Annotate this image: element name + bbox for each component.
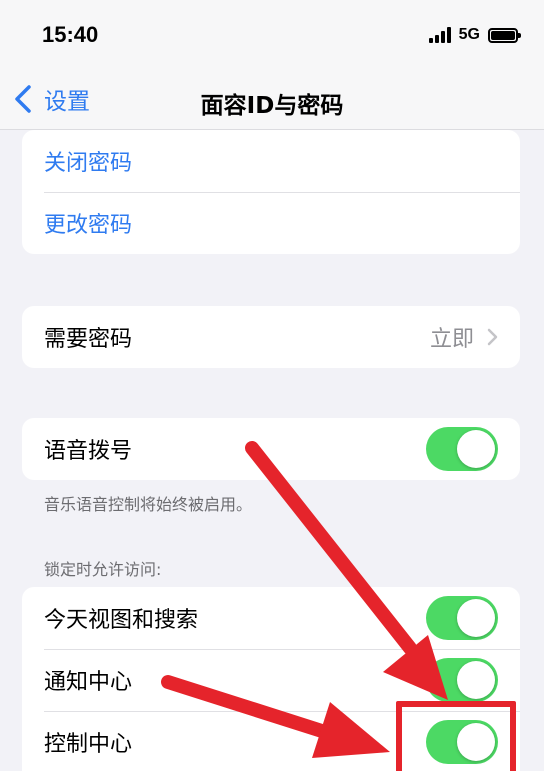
require-passcode-value: 立即 <box>429 327 474 352</box>
lock-access-header: 锁定时允许访问: <box>44 560 162 579</box>
status-time: 15:40 <box>42 22 99 47</box>
control-center-label: 控制中心 <box>44 732 133 757</box>
passcode-actions-group: 关闭密码 更改密码 <box>22 130 520 254</box>
navigation-bar: 设置 面容ID与密码 <box>0 72 544 130</box>
chevron-right-icon <box>487 328 498 346</box>
status-indicators: 5G <box>428 26 521 44</box>
cellular-signal-icon <box>428 27 451 43</box>
today-view-search-row: 今天视图和搜索 <box>22 587 520 649</box>
require-passcode-row[interactable]: 需要密码 立即 <box>22 306 520 368</box>
require-passcode-value-area: 立即 <box>430 321 498 353</box>
today-view-search-label: 今天视图和搜索 <box>44 608 199 633</box>
battery-icon <box>488 27 521 43</box>
voice-dial-row: 语音拨号 <box>22 418 520 480</box>
voice-dial-toggle[interactable] <box>426 427 498 471</box>
notification-center-label: 通知中心 <box>44 670 133 695</box>
notification-center-row: 通知中心 <box>22 649 520 711</box>
change-passcode-row[interactable]: 更改密码 <box>22 192 520 254</box>
page-title: 面容ID与密码 <box>200 93 344 119</box>
require-passcode-group: 需要密码 立即 <box>22 306 520 368</box>
status-bar: 15:40 5G <box>0 0 544 72</box>
require-passcode-label: 需要密码 <box>44 327 133 352</box>
voice-dial-footer: 音乐语音控制将始终被启用。 <box>44 495 253 514</box>
turn-off-passcode-label: 关闭密码 <box>44 151 133 176</box>
lock-access-group: 今天视图和搜索 通知中心 控制中心 <box>22 587 520 771</box>
today-view-search-toggle[interactable] <box>426 596 498 640</box>
network-type: 5G <box>458 26 480 43</box>
voice-dial-group: 语音拨号 <box>22 418 520 480</box>
control-center-toggle[interactable] <box>426 720 498 764</box>
voice-dial-label: 语音拨号 <box>44 439 133 464</box>
change-passcode-label: 更改密码 <box>44 213 133 238</box>
control-center-row: 控制中心 <box>22 711 520 771</box>
notification-center-toggle[interactable] <box>426 658 498 702</box>
turn-off-passcode-row[interactable]: 关闭密码 <box>22 130 520 192</box>
